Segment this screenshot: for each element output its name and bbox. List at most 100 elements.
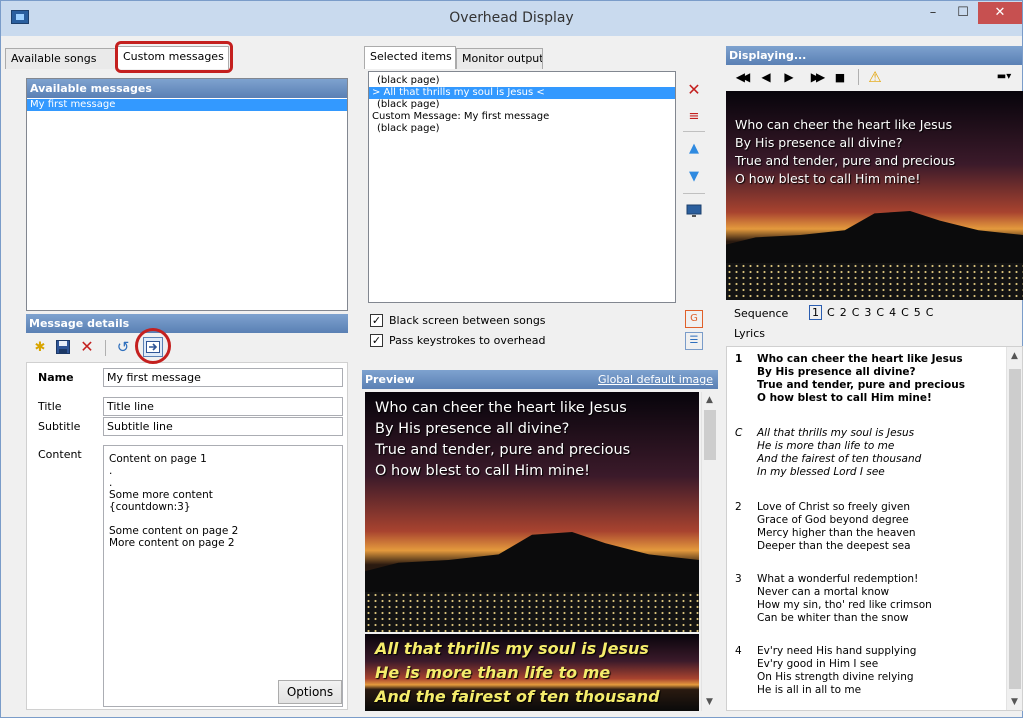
remove-item-icon[interactable]: ✕	[685, 81, 703, 99]
sequence-item[interactable]: C	[852, 306, 860, 319]
pass-keystrokes-label: Pass keystrokes to overhead	[389, 334, 546, 347]
window-title: Overhead Display	[449, 10, 574, 26]
preview-scroll-thumb[interactable]	[704, 410, 716, 460]
selected-item[interactable]: (black page)	[369, 99, 675, 111]
delete-icon[interactable]: ✕	[78, 338, 96, 356]
preview-chorus-line: And the fairest of ten thousand	[375, 687, 660, 706]
black-screen-checkbox[interactable]: ✓	[370, 314, 383, 327]
send-button-highlight-ring	[135, 328, 171, 364]
display-line: O how blest to call Him mine!	[735, 171, 921, 186]
last-slide-icon[interactable]: ▶▶	[806, 68, 826, 86]
lyrics-label: Lyrics	[734, 327, 765, 340]
previous-slide-icon[interactable]: ◀	[758, 68, 774, 86]
name-field[interactable]: My first message	[103, 368, 343, 387]
preview-scrollbar[interactable]: ▲ ▼	[701, 392, 718, 711]
lyrics-scrollbar[interactable]: ▲ ▼	[1006, 347, 1022, 710]
maximize-button[interactable]: ☐	[950, 2, 976, 24]
name-label: Name	[38, 371, 74, 384]
lyric-line: Who can cheer the heart like Jesus	[757, 353, 963, 365]
displaying-header: Displaying...	[726, 46, 1022, 65]
save-icon[interactable]	[54, 338, 72, 356]
selected-item[interactable]: (black page)	[369, 75, 675, 87]
stanza-number: C	[735, 427, 743, 439]
side-divider	[683, 131, 705, 132]
available-messages-header: Available messages	[27, 79, 347, 98]
title-field[interactable]: Title line	[103, 397, 343, 416]
sequence-item[interactable]: C	[926, 306, 934, 319]
tab-available-songs[interactable]: Available songs	[5, 48, 117, 69]
sequence-item[interactable]: 2	[840, 306, 847, 319]
message-details-header: Message details	[26, 314, 348, 333]
minimize-button[interactable]: –	[918, 2, 948, 24]
global-default-image-link[interactable]: Global default image	[598, 373, 713, 386]
new-message-icon[interactable]: ✱	[31, 338, 49, 356]
options-button[interactable]: Options	[278, 680, 342, 704]
content-line: Some content on page 2	[109, 525, 239, 537]
pass-keystrokes-checkbox[interactable]: ✓	[370, 334, 383, 347]
content-label: Content	[38, 448, 82, 461]
selected-items-list: (black page) > All that thrills my soul …	[368, 71, 676, 303]
side-divider	[683, 193, 705, 194]
stanza-number: 4	[735, 645, 742, 657]
content-line: More content on page 2	[109, 537, 235, 549]
undo-icon[interactable]: ↺	[114, 338, 132, 356]
tab-monitor-output[interactable]: Monitor output	[456, 48, 543, 69]
preview-line: By His presence all divine?	[375, 421, 570, 437]
move-down-icon[interactable]: ▼	[685, 167, 703, 185]
selected-item-current[interactable]: > All that thrills my soul is Jesus <	[369, 87, 675, 99]
clear-list-icon[interactable]: ≡	[685, 107, 703, 125]
lyric-line: And the fairest of ten thousand	[757, 453, 922, 465]
preview-top-slide: Who can cheer the heart like Jesus By Hi…	[365, 392, 699, 632]
sequence-item[interactable]: 5	[914, 306, 921, 319]
lyric-line: By His presence all divine?	[757, 366, 916, 378]
sequence-label: Sequence	[734, 307, 789, 320]
content-line: {countdown:3}	[109, 501, 191, 513]
tab-selected-items[interactable]: Selected items	[364, 46, 456, 69]
content-line: Content on page 1	[109, 453, 207, 465]
tab-highlight-ring	[115, 41, 233, 73]
lyric-line: Love of Christ so freely given	[757, 501, 911, 513]
sequence-item[interactable]: C	[827, 306, 835, 319]
lyric-line: All that thrills my soul is Jesus	[757, 427, 915, 439]
lyric-line: Mercy higher than the heaven	[757, 527, 916, 539]
move-up-icon[interactable]: ▲	[685, 139, 703, 157]
message-list-item[interactable]: My first message	[27, 99, 347, 111]
scroll-up-icon[interactable]: ▲	[706, 395, 713, 405]
warning-icon[interactable]: ⚠	[866, 68, 884, 86]
content-line-empty	[109, 513, 342, 525]
scroll-down-icon[interactable]: ▼	[1011, 697, 1018, 707]
subtitle-label: Subtitle	[38, 420, 81, 433]
preview-line: O how blest to call Him mine!	[375, 463, 590, 479]
scroll-up-icon[interactable]: ▲	[1011, 351, 1018, 361]
content-line: .	[109, 477, 113, 489]
display-item-icon[interactable]	[685, 202, 703, 220]
scroll-down-icon[interactable]: ▼	[706, 697, 713, 707]
preview-line: Who can cheer the heart like Jesus	[375, 400, 627, 416]
subtitle-field[interactable]: Subtitle line	[103, 417, 343, 436]
sequence-item[interactable]: C	[901, 306, 909, 319]
stanza-number: 2	[735, 501, 742, 513]
selected-item[interactable]: (black page)	[369, 123, 675, 135]
black-screen-label: Black screen between songs	[389, 314, 546, 327]
screen-options-icon[interactable]: ▬▾	[991, 68, 1017, 86]
settings-list-icon[interactable]: ☰	[685, 332, 703, 350]
city-lights	[365, 592, 699, 632]
sequence-item[interactable]: C	[876, 306, 884, 319]
sequence-item[interactable]: 3	[864, 306, 871, 319]
close-button[interactable]: ✕	[978, 2, 1022, 24]
background-image-icon[interactable]: G	[685, 310, 703, 328]
available-messages-panel: Available messages My first message	[26, 78, 348, 311]
content-textarea[interactable]: Content on page 1 . . Some more content …	[103, 445, 343, 707]
selected-item[interactable]: Custom Message: My first message	[369, 111, 675, 123]
displaying-slide: Who can cheer the heart like Jesus By Hi…	[726, 91, 1023, 300]
stop-icon[interactable]: ■	[832, 68, 848, 86]
sequence-item[interactable]: 4	[889, 306, 896, 319]
sequence-bar: 1C2C3C4C5C	[809, 305, 938, 320]
next-slide-icon[interactable]: ▶	[781, 68, 797, 86]
city-lights	[726, 263, 1023, 300]
lyrics-panel: 1 Who can cheer the heart like Jesus By …	[726, 346, 1023, 711]
sequence-item-current[interactable]: 1	[809, 305, 822, 320]
lyrics-scroll-thumb[interactable]	[1009, 369, 1021, 689]
first-slide-icon[interactable]: ◀◀	[732, 68, 750, 86]
lyric-line: On His strength divine relying	[757, 671, 914, 683]
